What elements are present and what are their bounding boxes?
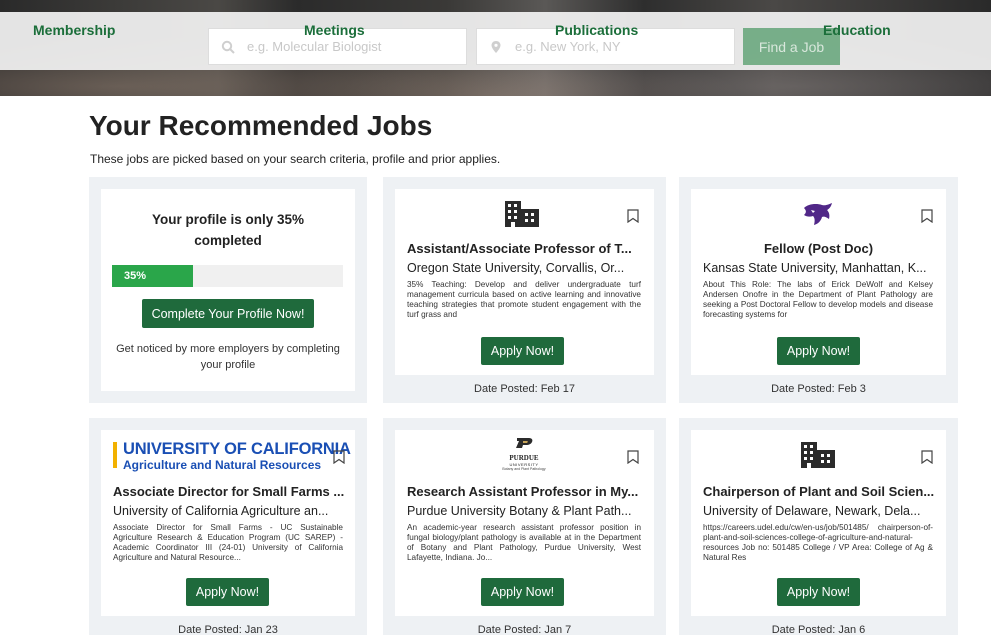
job-organization: Kansas State University, Manhattan, K... bbox=[703, 261, 927, 275]
uc-logo-line2: Agriculture and Natural Resources bbox=[123, 458, 322, 472]
profile-progress-fill: 35% bbox=[112, 265, 193, 287]
kstate-wildcat-logo bbox=[801, 201, 835, 227]
uc-anr-logo: UNIVERSITY OF CALIFORNIA Agriculture and… bbox=[113, 440, 351, 472]
job-card[interactable]: UNIVERSITY OF CALIFORNIA Agriculture and… bbox=[101, 430, 355, 616]
job-card[interactable]: PURDUE UNIVERSITY Botany and Plant Patho… bbox=[395, 430, 654, 616]
job-title[interactable]: Research Assistant Professor in My... bbox=[407, 484, 645, 499]
apply-now-button[interactable]: Apply Now! bbox=[777, 578, 860, 606]
location-pin-icon bbox=[491, 40, 501, 53]
job-card[interactable]: Fellow (Post Doc) Kansas State Universit… bbox=[691, 189, 946, 375]
job-organization: University of California Agriculture an.… bbox=[113, 504, 329, 518]
apply-now-button[interactable]: Apply Now! bbox=[777, 337, 860, 365]
job-title[interactable]: Associate Director for Small Farms ... bbox=[113, 484, 349, 499]
date-posted: Date Posted: Feb 3 bbox=[771, 383, 866, 395]
building-icon bbox=[502, 199, 542, 229]
location-placeholder: e.g. New York, NY bbox=[515, 39, 621, 54]
job-description: 35% Teaching: Develop and deliver underg… bbox=[407, 280, 641, 319]
job-card[interactable]: Chairperson of Plant and Soil Scien... U… bbox=[691, 430, 946, 616]
bookmark-icon[interactable] bbox=[627, 450, 639, 464]
uc-logo-line1: UNIVERSITY OF CALIFORNIA bbox=[123, 440, 351, 458]
job-title[interactable]: Assistant/Associate Professor of T... bbox=[407, 241, 645, 256]
nav-meetings[interactable]: Meetings bbox=[304, 22, 365, 38]
apply-now-button[interactable]: Apply Now! bbox=[481, 578, 564, 606]
purdue-logo: PURDUE UNIVERSITY Botany and Plant Patho… bbox=[499, 436, 549, 474]
bookmark-icon[interactable] bbox=[921, 450, 933, 464]
job-organization: Purdue University Botany & Plant Path... bbox=[407, 504, 632, 518]
date-posted: Date Posted: Feb 17 bbox=[474, 383, 575, 395]
building-icon bbox=[798, 440, 838, 470]
profile-progress-bar: 35% bbox=[112, 265, 343, 287]
bookmark-icon[interactable] bbox=[627, 209, 639, 223]
keyword-placeholder: e.g. Molecular Biologist bbox=[247, 39, 382, 54]
job-description: Associate Director for Small Farms - UC … bbox=[113, 523, 343, 562]
page-title: Your Recommended Jobs bbox=[89, 110, 433, 141]
uc-logo-bar bbox=[113, 442, 117, 468]
profile-completion-title: Your profile is only 35% completed bbox=[151, 212, 305, 248]
job-card[interactable]: Assistant/Associate Professor of T... Or… bbox=[395, 189, 654, 375]
job-title[interactable]: Fellow (Post Doc) bbox=[691, 241, 946, 256]
date-posted: Date Posted: Jan 6 bbox=[771, 624, 866, 635]
nav-education[interactable]: Education bbox=[823, 22, 891, 38]
complete-profile-button[interactable]: Complete Your Profile Now! bbox=[142, 299, 314, 328]
job-description: https://careers.udel.edu/cw/en-us/job/50… bbox=[703, 523, 933, 562]
date-posted: Date Posted: Jan 7 bbox=[477, 624, 572, 635]
date-posted: Date Posted: Jan 23 bbox=[178, 624, 278, 635]
profile-completion-card: Your profile is only 35% completed 35% C… bbox=[101, 189, 355, 391]
profile-note: Get noticed by more employers by complet… bbox=[116, 343, 340, 371]
purdue-dept-text: Botany and Plant Pathology bbox=[502, 467, 546, 471]
job-organization: University of Delaware, Newark, Dela... bbox=[703, 504, 921, 518]
apply-now-button[interactable]: Apply Now! bbox=[186, 578, 269, 606]
nav-membership[interactable]: Membership bbox=[33, 22, 115, 38]
job-organization: Oregon State University, Corvallis, Or..… bbox=[407, 261, 625, 275]
search-icon bbox=[221, 40, 235, 54]
job-title[interactable]: Chairperson of Plant and Soil Scien... bbox=[703, 484, 939, 499]
nav-publications[interactable]: Publications bbox=[555, 22, 638, 38]
job-description: An academic-year research assistant prof… bbox=[407, 523, 641, 562]
bookmark-icon[interactable] bbox=[333, 450, 345, 464]
purdue-p-mark bbox=[516, 438, 533, 448]
purdue-wordmark: PURDUE bbox=[509, 454, 539, 462]
job-description: About This Role: The labs of Erick DeWol… bbox=[703, 280, 933, 319]
page-subtitle: These jobs are picked based on your sear… bbox=[90, 152, 501, 166]
apply-now-button[interactable]: Apply Now! bbox=[481, 337, 564, 365]
bookmark-icon[interactable] bbox=[921, 209, 933, 223]
